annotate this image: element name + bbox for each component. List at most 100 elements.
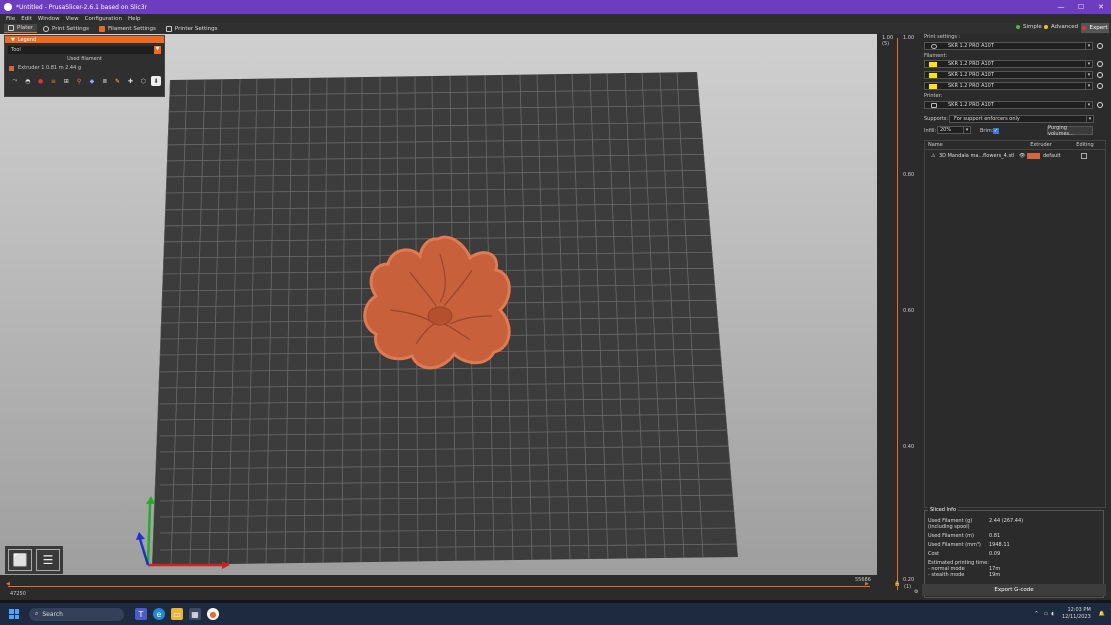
taskbar: ⌕ Search T e ▭ ▦ ● ^ ▭ ◖ 12:03 PM 12/11/2… [0, 603, 1111, 625]
sliced-value: 2.44 (267.44) [989, 518, 1024, 524]
printer-combo[interactable]: SKR 1.2 PRO A10T ▾ [924, 101, 1093, 109]
left-thumb-icon[interactable]: ◀ [6, 581, 10, 587]
shells-icon[interactable]: ⬡ [138, 76, 148, 86]
3d-viewport[interactable] [0, 34, 877, 600]
pause-icon[interactable]: ≣ [100, 76, 110, 86]
vertical-slider[interactable]: 1.00 (5) 1.00 0.80 0.60 0.40 0.20 (1) 🔒 … [877, 34, 922, 600]
retractions-icon[interactable]: ● [36, 76, 46, 86]
printer-label: Printer: [924, 93, 943, 99]
mode-simple[interactable]: Simple [1016, 24, 1042, 30]
menu-file[interactable]: File [6, 16, 15, 22]
menu-view[interactable]: View [66, 16, 79, 22]
legend-toolbar: ⤳ ◓ ● ≡ ⊞ ⚲ ◆ ≣ ✎ ✚ ⬡ ⬇ [10, 76, 164, 86]
minimize-button[interactable]: — [1051, 3, 1071, 11]
close-button[interactable]: ✕ [1091, 3, 1111, 11]
chevron-down-icon[interactable]: ▾ [1085, 72, 1092, 79]
mode-advanced[interactable]: Advanced [1044, 24, 1078, 30]
volume-icon[interactable]: ◖ [1051, 611, 1054, 617]
lock-icon[interactable]: 🔒 [894, 581, 900, 587]
preview-layers-icon[interactable]: ☰ [36, 549, 60, 571]
filament-combo-3[interactable]: SKR 1.2 PRO A10T ▾ [924, 82, 1093, 90]
filament-combo-2[interactable]: SKR 1.2 PRO A10T ▾ [924, 71, 1093, 79]
legend-extruder-row: Extruder 1 0.81 m 2.44 g [9, 65, 164, 71]
print-bed [136, 72, 738, 569]
print-settings-combo[interactable]: SKR 1.2 PRO A10T ▾ [924, 42, 1093, 50]
collapse-triangle-icon: ▼ [11, 36, 15, 43]
edge-icon[interactable]: e [153, 608, 165, 620]
filament-combo-1[interactable]: SKR 1.2 PRO A10T ▾ [924, 60, 1093, 68]
object-row[interactable]: ⚠ 3D Mandala ma...flowers_4.stl 👁 defaul… [925, 151, 1105, 160]
filament-2-gear-icon[interactable] [1097, 72, 1103, 78]
gear-icon [43, 25, 50, 32]
sliced-value: 0.81 [989, 533, 1001, 539]
store-icon[interactable]: ▦ [189, 608, 201, 620]
eye-icon[interactable]: 👁 [1019, 153, 1027, 159]
sidebar: Print settings : SKR 1.2 PRO A10T ▾ Filam… [922, 34, 1111, 600]
notification-icon[interactable]: 🔔 [1099, 611, 1105, 617]
menu-window[interactable]: Window [38, 16, 60, 22]
teams-icon[interactable]: T [135, 608, 147, 620]
spool-icon [99, 25, 105, 32]
chevron-down-icon[interactable]: ▾ [1085, 102, 1092, 109]
network-icon[interactable]: ▭ [1044, 611, 1049, 617]
horizontal-slider-track [8, 586, 870, 587]
print-profile-icon [931, 44, 937, 49]
deretractions-icon[interactable]: ≡ [48, 76, 58, 86]
color-changes-icon[interactable]: ◆ [87, 76, 97, 86]
brim-checkbox[interactable]: ✓ [993, 128, 999, 134]
tab-bar: Plater Print Settings Filament Settings … [0, 23, 1111, 34]
center-of-gravity-icon[interactable]: ✚ [125, 76, 135, 86]
sliced-label: Used Filament (mm³) [928, 542, 981, 548]
travel-icon[interactable]: ⤳ [10, 76, 20, 86]
clock[interactable]: 12:03 PM 12/11/2023 [1062, 607, 1091, 621]
tool-changes-icon[interactable]: ⚲ [74, 76, 84, 86]
chevron-down-icon[interactable]: ▾ [1085, 61, 1092, 68]
advanced-dot-icon [1044, 25, 1048, 29]
sliced-label: Cost [928, 551, 940, 557]
simple-dot-icon [1016, 25, 1020, 29]
filament-color-swatch [929, 84, 937, 89]
chevron-up-icon[interactable]: ^ [1034, 611, 1038, 617]
vslider-mark-040: 0.40 [903, 444, 915, 450]
3d-view-cube-icon[interactable]: ⬜ [8, 549, 32, 571]
print-settings-gear-icon[interactable] [1097, 43, 1103, 49]
chevron-down-icon[interactable]: ▾ [1086, 116, 1093, 123]
col-editing: Editing [1076, 142, 1094, 148]
wipe-icon[interactable]: ◓ [23, 76, 33, 86]
horizontal-slider[interactable]: ◀ ▶ 47250 55686 [0, 575, 877, 600]
legend-header[interactable]: ▼ Legend [5, 36, 164, 43]
legend-panel: ▼ Legend Tool ▼ Used filament Extruder 1 0… [4, 35, 165, 97]
taskbar-search[interactable]: ⌕ Search [29, 607, 124, 621]
chevron-down-icon[interactable]: ▾ [1085, 43, 1092, 50]
tab-print-settings[interactable]: Print Settings [39, 24, 93, 33]
edit-icon[interactable] [1081, 152, 1087, 159]
chevron-down-icon[interactable]: ▾ [1085, 83, 1092, 90]
mode-expert[interactable]: Expert [1081, 23, 1109, 33]
menu-configuration[interactable]: Configuration [85, 16, 122, 22]
tab-filament-settings[interactable]: Filament Settings [95, 24, 160, 33]
menu-help[interactable]: Help [128, 16, 141, 22]
view-type-select[interactable]: Tool ▼ [8, 46, 161, 54]
tab-plater[interactable]: Plater [4, 24, 38, 33]
filament-3-gear-icon[interactable] [1097, 83, 1103, 89]
windows-start-icon[interactable] [9, 609, 19, 619]
printer-gear-icon[interactable] [1097, 102, 1103, 108]
menu-edit[interactable]: Edit [21, 16, 32, 22]
object-extruder[interactable]: default [1043, 153, 1075, 159]
maximize-button[interactable]: ☐ [1071, 3, 1091, 11]
chevron-down-icon[interactable]: ▼ [154, 46, 161, 54]
prusaslicer-taskbar-icon[interactable]: ● [207, 608, 219, 620]
tab-printer-settings[interactable]: Printer Settings [162, 24, 222, 33]
supports-select[interactable]: For support enforcers only ▾ [949, 115, 1094, 123]
file-explorer-icon[interactable]: ▭ [171, 608, 183, 620]
export-gcode-button[interactable]: Export G-code [922, 584, 1106, 596]
infill-select[interactable]: 20% ▾ [937, 126, 971, 134]
custom-gcode-icon[interactable]: ✎ [113, 76, 123, 86]
col-name: Name [928, 142, 943, 148]
chevron-down-icon[interactable]: ▾ [963, 127, 970, 134]
filament-1-gear-icon[interactable] [1097, 61, 1103, 67]
seams-icon[interactable]: ⊞ [61, 76, 71, 86]
cog-icon[interactable]: ⚙ [914, 589, 918, 595]
purging-volumes-button[interactable]: Purging volumes... [1047, 125, 1093, 137]
tool-marker-icon[interactable]: ⬇ [151, 76, 161, 86]
